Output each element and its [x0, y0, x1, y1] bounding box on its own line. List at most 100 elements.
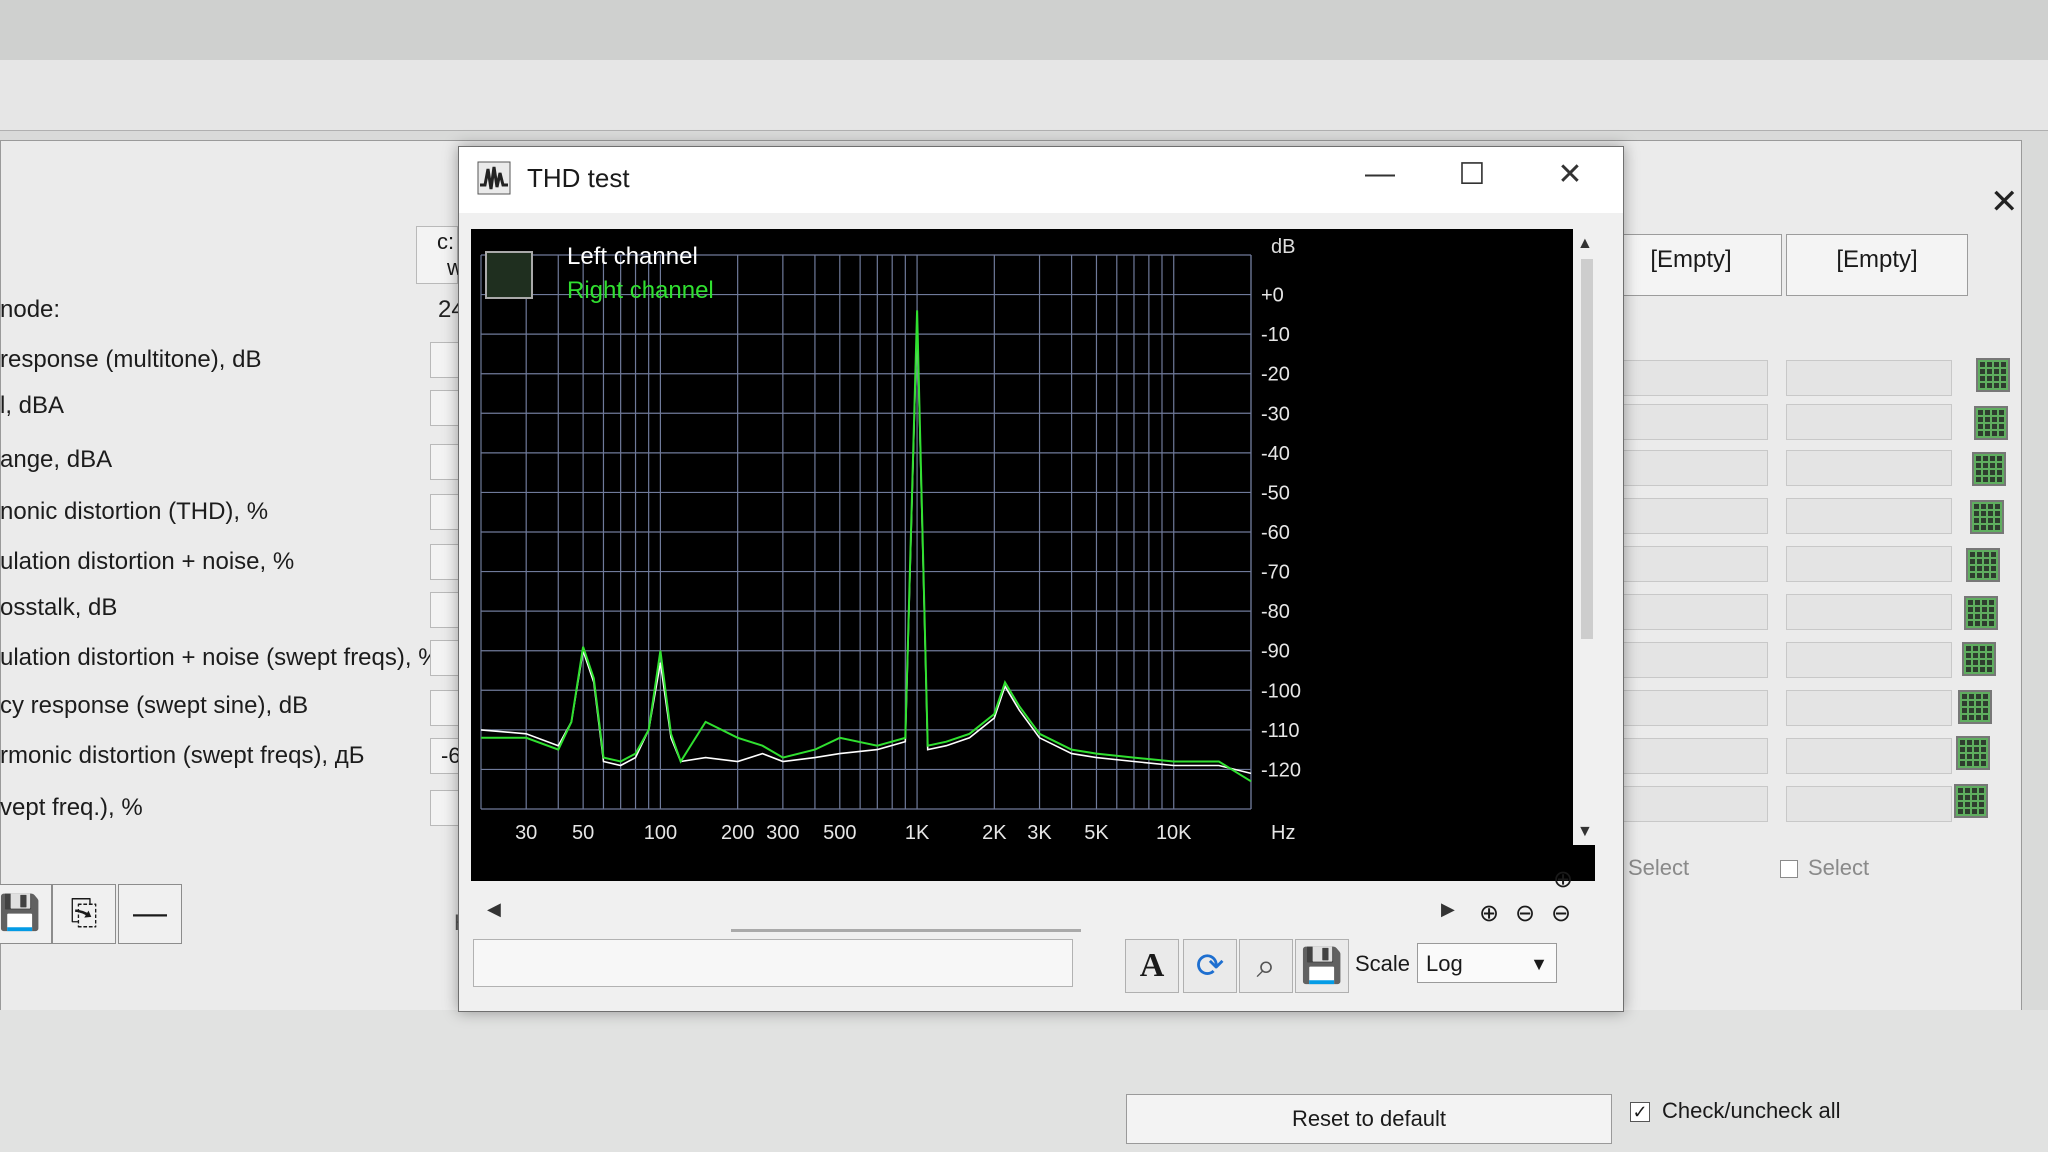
refresh-icon[interactable]: ⟳ — [1183, 939, 1237, 993]
result-cell — [1786, 450, 1952, 486]
scroll-thumb[interactable] — [1581, 259, 1593, 639]
y-tick-label: -70 — [1261, 562, 1290, 584]
vertical-scrollbar[interactable]: ▲ ▼ — [1573, 229, 1601, 845]
search-icon[interactable]: ⌕ — [1239, 939, 1293, 993]
comment-input[interactable] — [473, 939, 1073, 987]
legend-right-channel: Right channel — [567, 277, 714, 304]
check-uncheck-all-checkbox[interactable]: ✓ Check/uncheck all — [1630, 1098, 1841, 1124]
result-cell — [1620, 450, 1768, 486]
legend-left-channel: Left channel — [567, 243, 698, 270]
x-tick-label: 50 — [572, 822, 594, 844]
graph-icon[interactable] — [1974, 406, 2008, 440]
scale-value: Log — [1426, 951, 1463, 976]
x-tick-label: 300 — [766, 822, 799, 844]
dialog-title-bar: THD test — ☐ ✕ — [459, 147, 1623, 213]
column-header-1[interactable]: [Empty] — [1600, 234, 1782, 296]
scroll-down-arrow-icon[interactable]: ▼ — [1577, 823, 1593, 841]
scroll-right-arrow-icon[interactable]: ▶ — [1441, 899, 1455, 920]
graph-icon[interactable] — [1962, 642, 1996, 676]
y-tick-label: -80 — [1261, 601, 1290, 623]
graph-settings-icon[interactable] — [485, 251, 533, 299]
close-button[interactable]: ✕ — [1545, 157, 1595, 192]
chevron-down-icon: ▼ — [1530, 954, 1548, 974]
dialog-bottom-toolbar: A ⟳ ⌕ 💾 Scale Log ▼ — [473, 939, 1613, 999]
test-label: osstalk, dB — [0, 594, 118, 621]
zoom-in-icon[interactable]: ⊕ — [1471, 899, 1507, 928]
select-checkbox-2[interactable]: Select — [1780, 855, 1869, 881]
graph-icon[interactable] — [1956, 736, 1990, 770]
column-header-2[interactable]: [Empty] — [1786, 234, 1968, 296]
save-icon[interactable]: 💾 — [1295, 939, 1349, 993]
result-cell — [1620, 642, 1768, 678]
test-label: ange, dBA — [0, 446, 113, 473]
horizontal-scrollbar[interactable]: ◀ ▶ — [481, 899, 1581, 932]
result-cell — [1786, 404, 1952, 440]
graph-icon[interactable] — [1972, 452, 2006, 486]
y-tick-label: -40 — [1261, 443, 1290, 465]
result-cell — [1786, 360, 1952, 396]
scale-label: Scale — [1355, 951, 1411, 976]
result-cell — [1786, 690, 1952, 726]
result-cell — [1786, 498, 1952, 534]
x-tick-label: 200 — [721, 822, 754, 844]
graph-icon[interactable] — [1954, 784, 1988, 818]
spectrum-plot[interactable]: dB +0 -10 -20 -30 -40 -50 -60 -70 -80 -90 -100 -110 -… — [471, 229, 1595, 881]
background-close-button[interactable]: ✕ — [1990, 182, 2019, 222]
x-tick-label: 5K — [1084, 822, 1109, 844]
y-tick-label: +0 — [1261, 285, 1284, 307]
x-tick-label: 30 — [515, 822, 537, 844]
test-label: ulation distortion + noise (swept freqs)… — [0, 644, 440, 671]
result-cell — [1620, 738, 1768, 774]
test-label: nonic distortion (THD), % — [0, 498, 269, 525]
minimize-button[interactable]: — — [1355, 157, 1405, 191]
spectrum-chart: dB +0 -10 -20 -30 -40 -50 -60 -70 -80 -90 -100 -110 -… — [480, 236, 1301, 844]
cut-header-text: c: — [437, 229, 455, 254]
y-tick-label: -100 — [1261, 680, 1301, 702]
scroll-track[interactable] — [731, 929, 1081, 932]
x-tick-label: 10K — [1156, 822, 1192, 844]
y-tick-label: -110 — [1261, 720, 1300, 742]
result-cell — [1620, 786, 1768, 822]
graph-icon[interactable] — [1958, 690, 1992, 724]
result-cell — [1786, 786, 1952, 822]
scale-select[interactable]: Log ▼ — [1417, 943, 1557, 983]
save-icon[interactable]: 💾 — [0, 884, 52, 944]
test-label: ulation distortion + noise, % — [0, 548, 295, 575]
graph-icon[interactable] — [1976, 358, 2010, 392]
text-tool-icon[interactable]: A — [1125, 939, 1179, 993]
waveform-icon — [477, 161, 511, 195]
x-tick-label: 500 — [823, 822, 856, 844]
y-tick-label: -60 — [1261, 522, 1290, 544]
result-cell — [1620, 360, 1768, 396]
result-cell — [1620, 404, 1768, 440]
test-label: l, dBA — [0, 392, 65, 419]
zoom-fit-icon[interactable]: ⊕ — [1553, 865, 1573, 894]
select-label: Select — [1808, 855, 1870, 880]
cut-column-header: c: w — [416, 226, 463, 284]
y-tick-label: -30 — [1261, 403, 1290, 425]
checkbox-icon — [1780, 860, 1798, 879]
copy-icon[interactable]: ⎘ — [52, 884, 116, 944]
select-label: Select — [1628, 855, 1690, 880]
x-tick-label: 2K — [982, 822, 1007, 844]
background-toolbar-strip — [0, 60, 2048, 131]
graph-icon[interactable] — [1964, 596, 1998, 630]
background-title-strip — [0, 0, 2048, 61]
scroll-left-arrow-icon[interactable]: ◀ — [487, 899, 501, 920]
plot-legend: Left channel Right channel — [567, 243, 714, 305]
zoom-out-icon[interactable]: ⊖ — [1507, 899, 1543, 928]
checkall-label: Check/uncheck all — [1662, 1098, 1841, 1123]
maximize-button[interactable]: ☐ — [1447, 157, 1497, 192]
y-tick-label: -20 — [1261, 364, 1290, 386]
zoom-reset-icon[interactable]: ⊖ — [1543, 899, 1579, 928]
scroll-up-arrow-icon[interactable]: ▲ — [1577, 235, 1593, 253]
reset-to-default-button[interactable]: Reset to default — [1126, 1094, 1612, 1144]
remove-icon[interactable]: — — [118, 884, 182, 944]
x-unit-label: Hz — [1271, 822, 1295, 844]
zoom-controls: ⊕ ⊖ ⊖ — [1471, 899, 1579, 928]
graph-icon[interactable] — [1970, 500, 2004, 534]
footer-bar — [0, 1010, 2048, 1152]
test-label: node: — [0, 296, 61, 323]
graph-icon[interactable] — [1966, 548, 2000, 582]
y-tick-label: -50 — [1261, 482, 1290, 504]
